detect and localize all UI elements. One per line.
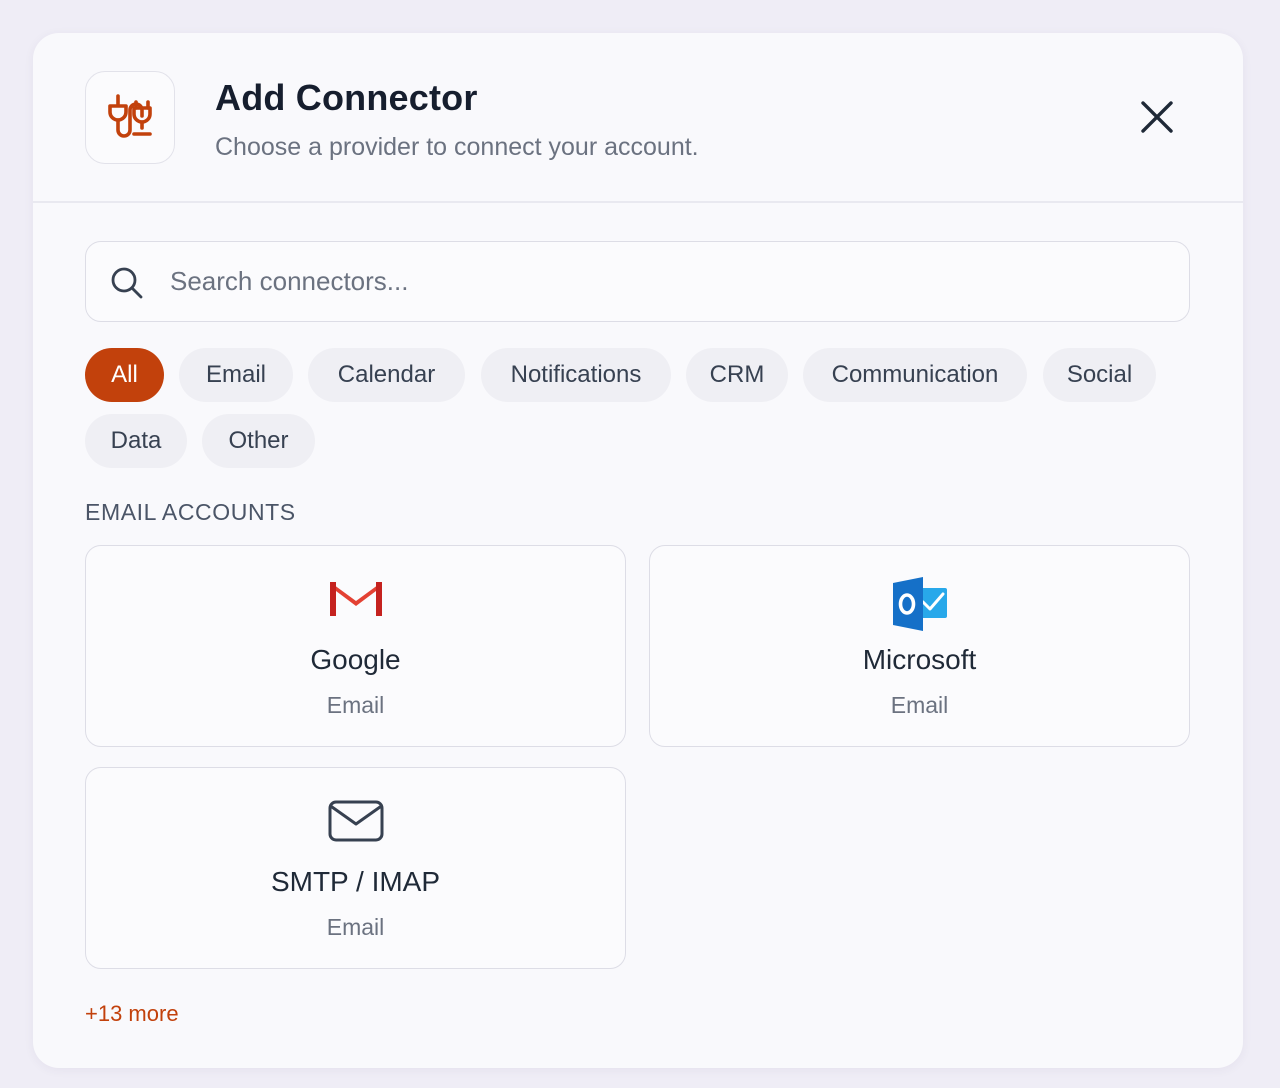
connector-type: Email [326,692,385,718]
close-button[interactable] [1135,95,1179,139]
dialog-header: Add Connector Choose a provider to conne… [33,33,1243,203]
filter-chip-other[interactable]: Other [202,414,315,468]
close-icon [1141,101,1173,133]
filter-chip-social[interactable]: Social [1043,348,1156,402]
filter-chip-email[interactable]: Email [179,348,293,402]
connector-name: SMTP / IMAP [270,866,441,897]
connector-name: Microsoft [862,644,977,675]
filter-chip-all[interactable]: All [85,348,164,402]
filter-chip-communication[interactable]: Communication [803,348,1027,402]
gmail-icon [86,576,625,618]
filter-chip-notifications[interactable]: Notifications [481,348,671,402]
envelope-icon [86,798,625,844]
connector-card-smtp-imap[interactable]: SMTP / IMAP Email [85,767,626,969]
connector-card-google[interactable]: Google Email [85,545,626,747]
connector-type: Email [326,914,385,940]
filter-chip-data[interactable]: Data [85,414,187,468]
outlook-icon [650,576,1189,632]
connector-type: Email [890,692,949,718]
show-more-link[interactable]: +13 more [85,1001,179,1027]
connector-name: Google [310,644,401,675]
section-label: EMAIL ACCOUNTS [85,499,296,525]
add-connector-dialog: Add Connector Choose a provider to conne… [33,33,1243,1068]
dialog-subtitle: Choose a provider to connect your accoun… [215,133,699,161]
dialog-title: Add Connector [215,77,478,118]
filter-chip-calendar[interactable]: Calendar [308,348,465,402]
search-input[interactable] [170,242,1160,320]
search-icon [110,266,144,305]
connector-card-microsoft[interactable]: Microsoft Email [649,545,1190,747]
filter-chip-crm[interactable]: CRM [686,348,788,402]
search-box [85,241,1190,322]
plug-icon [85,71,175,164]
